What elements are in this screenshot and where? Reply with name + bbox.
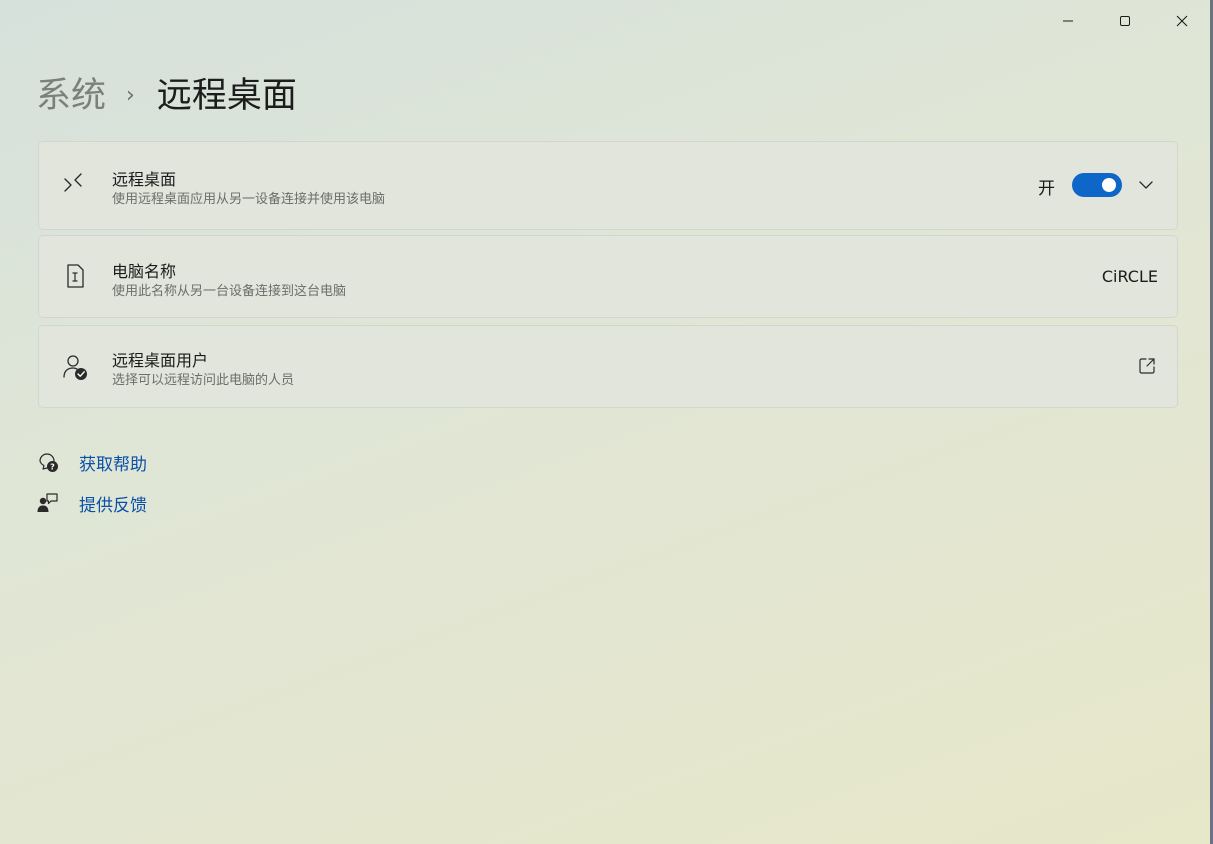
pc-name-title: 电脑名称: [112, 262, 177, 281]
remote-desktop-toggle[interactable]: [1072, 173, 1122, 197]
pc-name-value: CiRCLE: [1101, 267, 1158, 286]
remote-desktop-title: 远程桌面: [112, 170, 177, 189]
feedback-icon: [37, 493, 58, 512]
pc-name-description: 使用此名称从另一台设备连接到这台电脑: [112, 284, 347, 299]
svg-text:?: ?: [50, 463, 55, 472]
remote-desktop-card[interactable]: 远程桌面 使用远程桌面应用从另一设备连接并使用该电脑 开: [38, 141, 1178, 230]
minimize-button[interactable]: [1039, 0, 1096, 42]
give-feedback-link[interactable]: 提供反馈: [79, 491, 147, 516]
help-link-row[interactable]: ? 获取帮助: [36, 448, 147, 476]
external-link-icon[interactable]: [1137, 356, 1157, 376]
user-check-icon: [63, 355, 87, 380]
toggle-state-label: 开: [1038, 179, 1055, 199]
help-icon: ?: [39, 453, 58, 472]
get-help-link[interactable]: 获取帮助: [79, 450, 147, 475]
pc-name-card: 电脑名称 使用此名称从另一台设备连接到这台电脑 CiRCLE: [38, 235, 1178, 318]
remote-desktop-description: 使用远程桌面应用从另一设备连接并使用该电脑: [112, 192, 386, 207]
maximize-icon: [1119, 16, 1130, 26]
breadcrumb-parent-system[interactable]: 系统: [36, 72, 106, 120]
settings-window: 系统 › 远程桌面 远程桌面 使用远程桌面应用从另一设备连接并使用该电脑 开 电…: [0, 0, 1211, 844]
close-button[interactable]: [1153, 0, 1210, 42]
remote-users-title: 远程桌面用户: [112, 351, 209, 370]
close-icon: [1176, 15, 1187, 27]
remote-desktop-users-card[interactable]: 远程桌面用户 选择可以远程访问此电脑的人员: [38, 325, 1178, 408]
breadcrumb: 系统 › 远程桌面: [36, 72, 297, 120]
maximize-button[interactable]: [1096, 0, 1153, 42]
remote-users-description: 选择可以远程访问此电脑的人员: [112, 373, 295, 388]
toggle-knob: [1102, 178, 1116, 192]
chevron-down-icon[interactable]: [1137, 176, 1155, 194]
remote-desktop-icon: [64, 173, 82, 192]
breadcrumb-separator: ›: [126, 83, 135, 108]
page-title: 远程桌面: [156, 76, 297, 116]
feedback-link-row[interactable]: 提供反馈: [36, 489, 147, 517]
pc-name-icon: [67, 264, 84, 288]
minimize-icon: [1062, 20, 1073, 22]
